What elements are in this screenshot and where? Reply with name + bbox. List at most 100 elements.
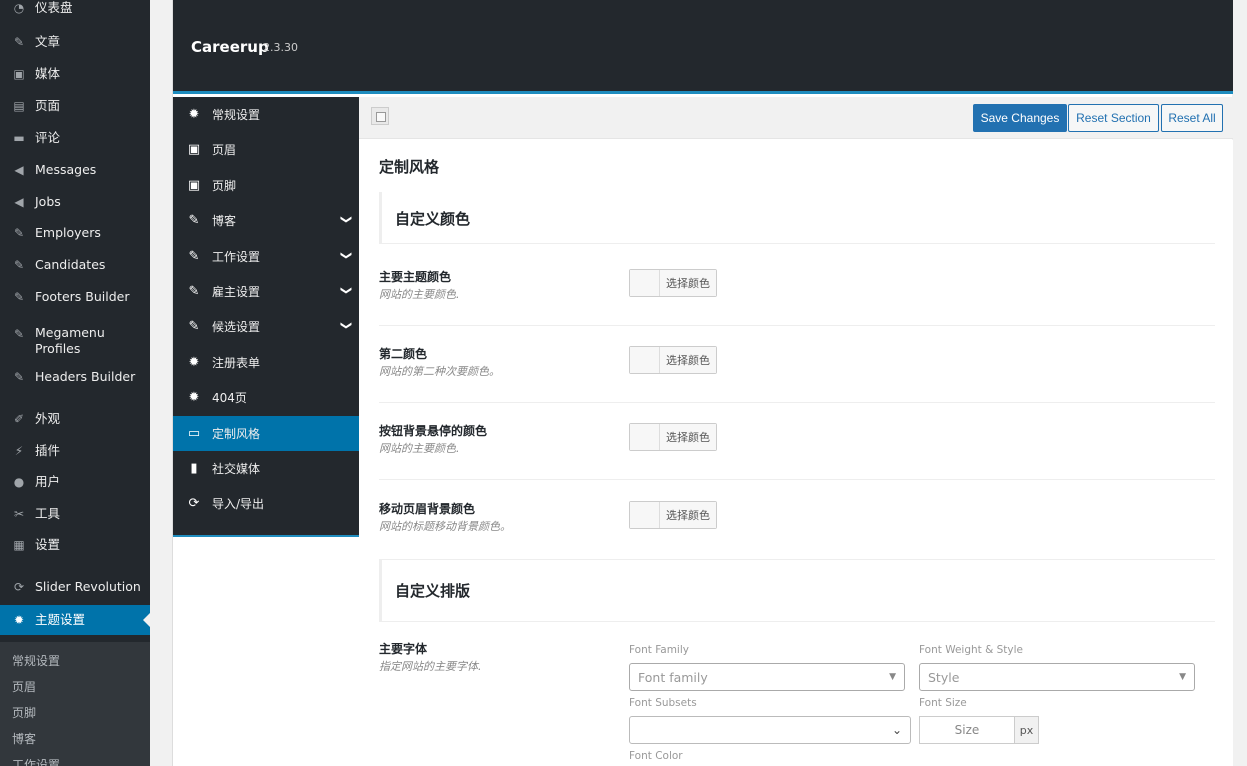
admin-menu-label: 评论 (35, 130, 61, 145)
pin-icon: ✎ (13, 327, 25, 341)
admin-menu-item[interactable]: ▬ 评论 (0, 124, 150, 152)
font-weight-select[interactable]: Style ▼ (919, 663, 1195, 691)
window-icon: ▣ (187, 177, 201, 193)
expand-options-icon[interactable] (371, 107, 389, 125)
chevron-down-icon: ❯ (339, 215, 353, 225)
admin-submenu-item[interactable]: 页脚 (12, 704, 36, 721)
admin-menu-label: Slider Revolution (35, 579, 141, 594)
main-font-field: 主要字体 指定网站的主要字体. Font Family Font family … (379, 640, 1215, 766)
panel-nav-item[interactable]: ✹ 常规设置 (173, 97, 359, 132)
font-size-input[interactable]: Size (919, 716, 1015, 744)
save-changes-button[interactable]: Save Changes (973, 104, 1067, 132)
panel-nav-item[interactable]: ✎ 博客 ❯ (173, 203, 359, 238)
field-description: 网站的主要颜色. (379, 288, 460, 301)
admin-menu-item[interactable]: ⚡ 插件 (0, 437, 150, 465)
panel-nav-item[interactable]: ✹ 注册表单 (173, 345, 359, 380)
admin-menu-item[interactable]: ◀ Messages (0, 156, 150, 184)
brush-icon: ✐ (13, 412, 25, 426)
panel-nav-item[interactable]: ▭ 定制风格 (173, 415, 359, 451)
font-size-input-group: Size px (919, 716, 1039, 744)
panel-header: Careerup 2.3.30 (173, 0, 1233, 94)
field-description: 网站的标题移动背景颜色。 (379, 520, 511, 533)
admin-menu-label: Candidates (35, 257, 106, 272)
admin-menu-item[interactable]: ◔ 仪表盘 (0, 0, 150, 22)
color-picker-label: 选择颜色 (660, 347, 716, 373)
pin-icon: ✎ (13, 290, 25, 304)
admin-menu-item[interactable]: ✹ 主题设置 (0, 605, 150, 635)
color-swatch (630, 424, 660, 450)
comment-icon: ▬ (13, 131, 25, 145)
admin-submenu-item[interactable]: 博客 (12, 730, 36, 747)
gear-icon: ✹ (13, 613, 25, 627)
panel-nav-label: 定制风格 (212, 426, 261, 441)
theme-version: 2.3.30 (263, 41, 298, 54)
admin-menu-item[interactable]: ✎ 文章 (0, 28, 150, 56)
typography-subsection-title: 自定义排版 (395, 582, 471, 600)
panel-nav-label: 404页 (212, 391, 247, 406)
refresh-icon: ⟳ (188, 496, 200, 512)
admin-menu-label: Megamenu Profiles (35, 325, 105, 356)
color-picker-label: 选择颜色 (660, 424, 716, 450)
pencil-icon: ✎ (188, 248, 200, 264)
admin-menu-label: 工具 (35, 506, 61, 521)
admin-menu-item[interactable]: ▤ 页面 (0, 92, 150, 120)
panel-nav-label: 注册表单 (212, 355, 261, 370)
color-picker-button[interactable]: 选择颜色 (629, 501, 717, 529)
panel-nav-label: 页脚 (212, 178, 237, 193)
chevron-down-icon: ❯ (339, 250, 353, 260)
panel-nav-item[interactable]: ✎ 候选设置 ❯ (173, 309, 359, 344)
panel-nav-label: 页眉 (212, 143, 237, 158)
admin-menu-item[interactable]: ◀ Jobs (0, 188, 150, 216)
color-picker-button[interactable]: 选择颜色 (629, 346, 717, 374)
theme-options-panel: Careerup 2.3.30 ✹ 常规设置 ▣ 页眉 ▣ 页脚 ✎ 博客 ❯ ✎ 工作设置 ❯ ✎ 雇主… (172, 0, 1233, 766)
panel-nav-item[interactable]: ✎ 工作设置 ❯ (173, 239, 359, 274)
font-subsets-select[interactable]: ⌄ (629, 716, 911, 744)
admin-submenu-item[interactable]: 页眉 (12, 678, 36, 695)
admin-menu-item[interactable]: ▦ 设置 (0, 531, 150, 559)
admin-menu-item[interactable]: ✎ Employers (0, 219, 150, 247)
reset-section-button[interactable]: Reset Section (1068, 104, 1159, 132)
panel-nav-item[interactable]: ▣ 页脚 (173, 168, 359, 203)
admin-submenu-item[interactable]: 工作设置 (12, 756, 60, 766)
admin-menu-item[interactable]: ▣ 媒体 (0, 60, 150, 88)
panel-nav-item[interactable]: ▣ 页眉 (173, 132, 359, 167)
admin-submenu-item[interactable]: 常规设置 (12, 652, 60, 669)
color-swatch (630, 502, 660, 528)
pin-icon: ✎ (13, 370, 25, 384)
font-family-select[interactable]: Font family ▼ (629, 663, 905, 691)
wrench-icon: ✂ (13, 507, 25, 521)
admin-menu-item[interactable]: ✎ Candidates (0, 251, 150, 279)
gear-icon: ✹ (188, 354, 200, 370)
admin-menu-label: 媒体 (35, 66, 61, 81)
admin-menu-item[interactable]: ✎ Megamenu Profiles (0, 321, 150, 361)
color-swatch (630, 270, 660, 296)
pencil-icon: ✎ (188, 284, 200, 299)
typography-subsection-header: 自定义排版 (379, 560, 1215, 622)
panel-nav-item[interactable]: ✎ 雇主设置 ❯ (173, 274, 359, 309)
phone-icon: ▮ (190, 461, 198, 476)
reset-all-button[interactable]: Reset All (1161, 104, 1223, 132)
color-picker-button[interactable]: 选择颜色 (629, 269, 717, 297)
panel-nav-item[interactable]: ▮ 社交媒体 (173, 451, 359, 486)
panel-nav-label: 导入/导出 (212, 497, 265, 512)
admin-menu-item[interactable]: ✎ Headers Builder (0, 363, 150, 391)
plugin-icon: ⚡ (14, 444, 24, 458)
admin-menu-item[interactable]: ● 用户 (0, 468, 150, 496)
panel-nav-label: 常规设置 (212, 108, 261, 122)
settings-icon: ▦ (13, 538, 25, 552)
color-picker-button[interactable]: 选择颜色 (629, 423, 717, 451)
admin-menu-label: 文章 (35, 34, 61, 49)
admin-menu-item[interactable]: ⟳ Slider Revolution (0, 573, 150, 601)
color-field-row: 按钮背景悬停的颜色 网站的主要颜色. 选择颜色 (379, 422, 1215, 480)
panel-nav-item[interactable]: ✹ 404页 (173, 380, 359, 415)
admin-menu-item[interactable]: ✂ 工具 (0, 500, 150, 528)
window-icon: ▣ (187, 142, 201, 158)
panel-nav-item[interactable]: ⟳ 导入/导出 (173, 486, 359, 521)
admin-menu-item[interactable]: ✐ 外观 (0, 405, 150, 433)
admin-menu-label: Jobs (35, 194, 61, 209)
font-family-value: Font family (638, 669, 708, 685)
megaphone-icon: ◀ (14, 195, 24, 209)
pin-icon: ✎ (13, 35, 25, 49)
color-subsection-title: 自定义颜色 (395, 210, 471, 228)
admin-menu-item[interactable]: ✎ Footers Builder (0, 283, 150, 311)
